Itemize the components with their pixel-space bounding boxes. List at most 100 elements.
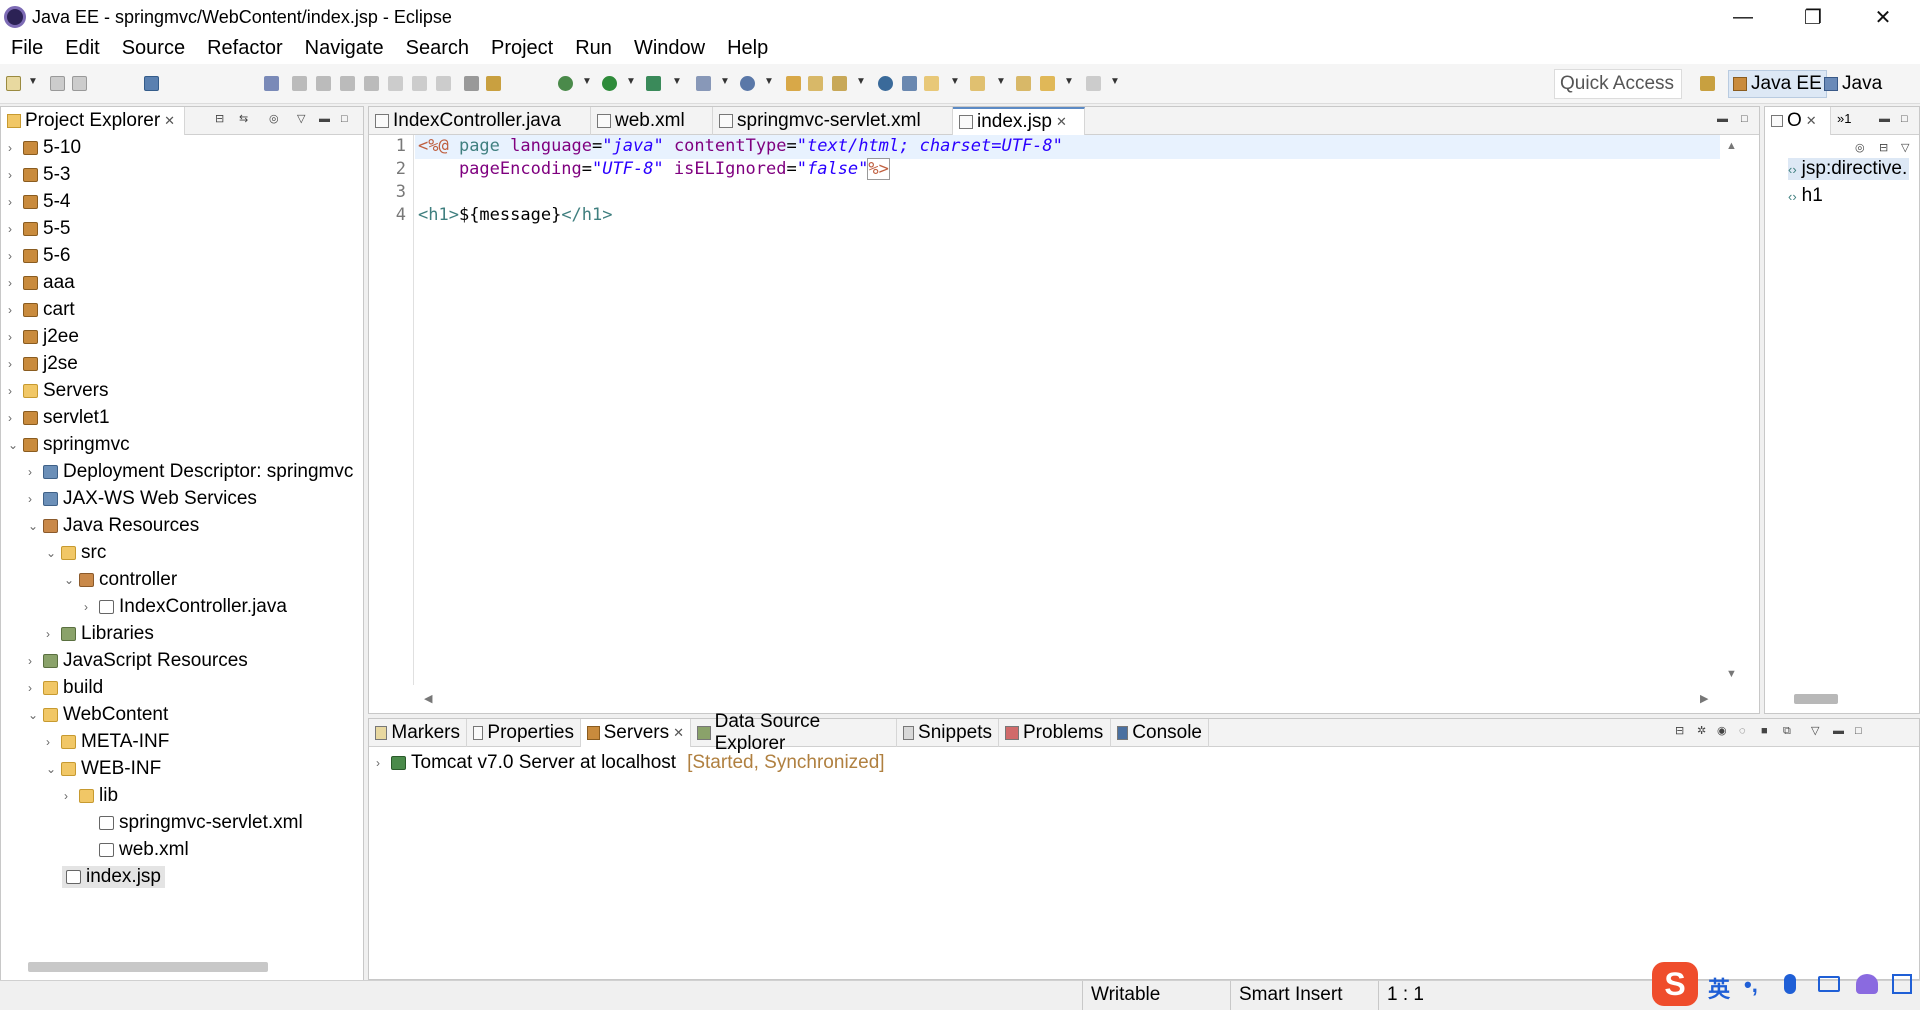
terminate-icon[interactable] xyxy=(340,76,355,91)
disconnect-icon[interactable] xyxy=(364,76,379,91)
tree-item-lib[interactable]: › lib xyxy=(64,785,118,807)
annotation-icon[interactable] xyxy=(902,76,917,91)
debug-dropdown-icon[interactable]: ▼ xyxy=(582,76,592,90)
sogou-logo-icon[interactable]: S xyxy=(1652,962,1698,1006)
profile-server-icon[interactable]: ◌ xyxy=(1739,726,1751,737)
tree-item-java-resources[interactable]: ⌄ Java Resources xyxy=(28,515,199,537)
tree-item-controller[interactable]: ⌄ controller xyxy=(64,569,177,591)
expand-arrow-icon[interactable]: › xyxy=(46,627,56,641)
forward-dropdown-icon[interactable]: ▼ xyxy=(1110,76,1120,90)
expand-arrow-icon[interactable]: › xyxy=(46,735,56,749)
menu-navigate[interactable]: Navigate xyxy=(294,34,395,64)
minimize-view-icon[interactable]: ▬ xyxy=(319,114,331,125)
minimize-button[interactable]: — xyxy=(1708,0,1778,34)
back-dropdown-icon[interactable]: ▼ xyxy=(1064,76,1074,90)
forward-icon[interactable] xyxy=(1086,76,1101,91)
close-tab-icon[interactable]: ✕ xyxy=(164,113,175,129)
project-explorer-hscroll-thumb[interactable] xyxy=(28,962,268,972)
view-menu-icon[interactable]: ▽ xyxy=(1901,143,1913,154)
collapse-all-icon[interactable]: ⊟ xyxy=(215,114,227,125)
tree-item-cart[interactable]: › cart xyxy=(8,299,75,321)
tree-item-5-4[interactable]: › 5-4 xyxy=(8,191,70,213)
expand-arrow-icon[interactable]: › xyxy=(8,195,18,209)
view-menu-icon[interactable]: ▽ xyxy=(1811,726,1823,737)
pin-icon[interactable] xyxy=(264,76,279,91)
web-browser-icon[interactable] xyxy=(878,76,893,91)
skin-icon[interactable] xyxy=(1856,974,1878,994)
tree-item-deployment-descriptor[interactable]: › Deployment Descriptor: springmvc xyxy=(28,461,362,483)
perspective-java-ee[interactable]: Java EE xyxy=(1728,70,1827,98)
tab-data-source-explorer[interactable]: Data Source Explorer xyxy=(691,711,897,754)
expand-arrow-icon[interactable]: › xyxy=(28,492,38,506)
tab-index-jsp[interactable]: index.jsp ✕ xyxy=(953,107,1085,135)
open-type-icon[interactable] xyxy=(786,76,801,91)
close-button[interactable]: ✕ xyxy=(1848,0,1918,34)
new-class-dropdown-icon[interactable]: ▼ xyxy=(764,76,774,90)
back-icon[interactable] xyxy=(1040,76,1055,91)
expand-arrow-icon[interactable]: › xyxy=(8,168,18,182)
maximize-view-icon[interactable]: □ xyxy=(1855,726,1867,737)
tree-item-springmvc-servlet-xml[interactable]: springmvc-servlet.xml xyxy=(84,812,303,834)
tree-item-build[interactable]: › build xyxy=(28,677,103,699)
tab-overflow-indicator[interactable]: »1 xyxy=(1837,111,1851,126)
view-menu-icon[interactable]: ▽ xyxy=(297,114,309,125)
start-server-icon[interactable]: ◉ xyxy=(1717,726,1729,737)
tree-item-5-3[interactable]: › 5-3 xyxy=(8,164,70,186)
server-row-tomcat[interactable]: › Tomcat v7.0 Server at localhost [Start… xyxy=(376,752,885,774)
close-tab-icon[interactable]: ✕ xyxy=(1056,114,1067,130)
expand-arrow-icon[interactable]: › xyxy=(28,681,38,695)
collapse-arrow-icon[interactable]: ⌄ xyxy=(28,708,38,722)
link-editor-icon[interactable]: ⇆ xyxy=(239,114,251,125)
tree-item-jax-ws[interactable]: › JAX-WS Web Services xyxy=(28,488,257,510)
new-dropdown-icon[interactable]: ▼ xyxy=(28,76,38,90)
minimize-view-icon[interactable]: ▬ xyxy=(1879,114,1891,125)
run-dropdown-icon[interactable]: ▼ xyxy=(626,76,636,90)
tree-item-web-xml[interactable]: web.xml xyxy=(84,839,189,861)
close-tab-icon[interactable]: ✕ xyxy=(673,725,684,741)
scroll-left-icon[interactable]: ◀ xyxy=(424,692,438,706)
collapse-arrow-icon[interactable]: ⌄ xyxy=(28,519,38,533)
expand-arrow-icon[interactable]: › xyxy=(8,141,18,155)
save-icon[interactable] xyxy=(50,76,65,91)
debug-server-icon[interactable]: ✲ xyxy=(1697,726,1709,737)
save-all-icon[interactable] xyxy=(72,76,87,91)
new-server-icon[interactable] xyxy=(696,76,711,91)
tree-item-5-6[interactable]: › 5-6 xyxy=(8,245,70,267)
menu-window[interactable]: Window xyxy=(623,34,716,64)
outline-sort-icon[interactable]: ◎ xyxy=(1855,143,1867,154)
expand-arrow-icon[interactable]: › xyxy=(28,465,38,479)
code-line-4[interactable]: <h1>${message}</h1> xyxy=(418,205,613,227)
prev-annotation-dropdown-icon[interactable]: ▼ xyxy=(996,76,1006,90)
menu-run[interactable]: Run xyxy=(564,34,623,64)
step-return-icon[interactable] xyxy=(436,76,451,91)
outline-hscroll-thumb[interactable] xyxy=(1794,694,1838,704)
focus-icon[interactable]: ◎ xyxy=(269,114,281,125)
menu-file[interactable]: File xyxy=(0,34,54,64)
search-dropdown-icon[interactable]: ▼ xyxy=(856,76,866,90)
collapse-all-icon[interactable]: ⊟ xyxy=(1675,726,1687,737)
minimize-editor-icon[interactable]: ▬ xyxy=(1717,114,1729,125)
collapse-all-icon[interactable]: ⊟ xyxy=(1879,143,1891,154)
ime-language-toggle[interactable]: 英 xyxy=(1708,972,1730,1004)
open-task-icon[interactable] xyxy=(808,76,823,91)
stop-server-icon[interactable]: ■ xyxy=(1761,726,1773,737)
step-into-icon[interactable] xyxy=(388,76,403,91)
code-line-2[interactable]: pageEncoding="UTF-8" isELIgnored="false"… xyxy=(418,158,890,181)
outline-item-h1[interactable]: ‹› h1 xyxy=(1788,185,1823,207)
tab-servers[interactable]: Servers ✕ xyxy=(581,719,691,747)
tab-properties[interactable]: Properties xyxy=(467,719,581,747)
maximize-editor-icon[interactable]: □ xyxy=(1741,114,1753,125)
suspend-icon[interactable] xyxy=(316,76,331,91)
new-java-class-icon[interactable] xyxy=(740,76,755,91)
tree-item-j2se[interactable]: › j2se xyxy=(8,353,78,375)
new-icon[interactable] xyxy=(6,76,21,91)
expand-arrow-icon[interactable]: › xyxy=(28,654,38,668)
code-line-1[interactable]: <%@ page language="java" contentType="te… xyxy=(418,136,1063,158)
maximize-view-icon[interactable]: □ xyxy=(1901,114,1913,125)
collapse-arrow-icon[interactable]: ⌄ xyxy=(46,762,56,776)
resume-icon[interactable] xyxy=(292,76,307,91)
expand-arrow-icon[interactable]: › xyxy=(8,222,18,236)
expand-arrow-icon[interactable]: › xyxy=(8,276,18,290)
tab-project-explorer[interactable]: Project Explorer ✕ xyxy=(1,107,185,135)
expand-arrow-icon[interactable]: › xyxy=(8,357,18,371)
